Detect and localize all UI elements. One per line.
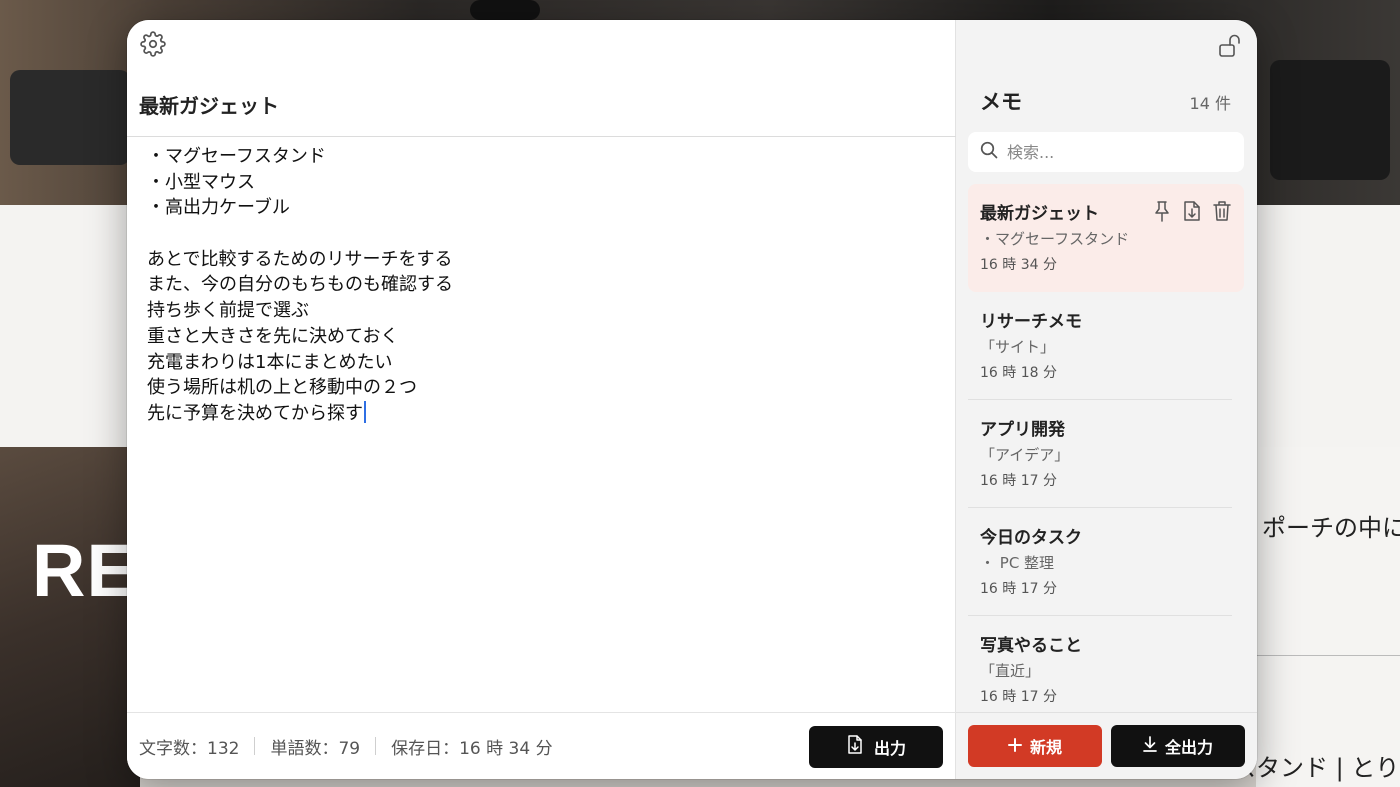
note-body-line: 使う場所は机の上と移動中の２つ — [147, 377, 417, 399]
download-icon — [1143, 736, 1157, 756]
search-input[interactable] — [1007, 142, 1227, 162]
export-label: 出力 — [873, 739, 906, 758]
word-count: 単語数：79 — [270, 738, 361, 759]
background-photo-bottom — [0, 447, 140, 787]
export-all-button[interactable]: 全出力 — [1111, 725, 1245, 767]
background-article-area — [1256, 447, 1400, 787]
note-item-preview: 「直近」 — [980, 662, 1041, 680]
note-item-time: 16 時 17 分 — [980, 689, 1057, 705]
note-body-line: 先に予算を決めてから探す — [147, 400, 927, 427]
export-all-label: 全出力 — [1164, 738, 1213, 757]
search-box[interactable] — [968, 132, 1244, 172]
stat-divider — [375, 737, 377, 755]
memo-app-window: 最新ガジェット ・マグセーフスタンド ・小型マウス ・高出力ケーブル あとで比較するた… — [127, 20, 1257, 779]
sidebar-footer: 新規 全出力 — [956, 712, 1257, 779]
note-item-title: リサーチメモ — [980, 312, 1082, 332]
note-body-line: 持ち歩く前提で選ぶ — [147, 300, 309, 322]
unlock-icon[interactable] — [1215, 31, 1245, 61]
note-body-line: ・高出力ケーブル — [147, 197, 290, 219]
note-item-preview: 「サイト」 — [980, 338, 1056, 356]
char-count: 文字数：132 — [139, 738, 240, 759]
new-note-button[interactable]: 新規 — [968, 725, 1102, 767]
note-item-actions — [1152, 200, 1232, 222]
note-item-time: 16 時 18 分 — [980, 365, 1057, 381]
background-divider — [1256, 655, 1400, 656]
note-list-item[interactable]: 最新ガジェット ・マグセーフスタンド 16 時 34 分 — [968, 184, 1244, 292]
note-body-line: また、今の自分のもちものも確認する — [147, 274, 453, 296]
saved-time: 保存日：16 時 34 分 — [391, 738, 553, 759]
note-body-line: 充電まわりは1本にまとめたい — [147, 351, 393, 373]
text-caret — [364, 400, 366, 423]
editor-status-bar: 文字数：132 単語数：79 保存日：16 時 34 分 出力 — [127, 712, 956, 779]
trash-icon[interactable] — [1212, 200, 1232, 222]
notes-sidebar: メモ 14 件 最新ガジェット・マグセーフスタンド16 時 34 分リサーチメモ… — [956, 20, 1257, 779]
background-article-text: ポーチの中に — [1262, 514, 1400, 542]
note-body-editor[interactable]: ・マグセーフスタンド ・小型マウス・高出力ケーブルあとで比較するためのリサーチをす… — [147, 144, 927, 704]
note-item-title: 今日のタスク — [980, 528, 1082, 548]
stat-divider — [254, 737, 256, 755]
note-body-line — [147, 221, 927, 247]
note-list: 最新ガジェット ・マグセーフスタンド 16 時 34 分リサーチメモ 「サイト」 16 … — [968, 184, 1244, 712]
note-title[interactable]: 最新ガジェット — [139, 90, 279, 119]
sidebar-heading: メモ — [980, 90, 1022, 114]
note-list-item[interactable]: 今日のタスク・ PC 整理 16 時 17 分 — [968, 508, 1232, 616]
background-article-text-bottom: スタンド | とり — [1232, 754, 1400, 782]
note-count: 14 件 — [1189, 94, 1231, 113]
export-button[interactable]: 出力 — [809, 726, 943, 768]
plus-icon — [1007, 737, 1022, 756]
new-note-label: 新規 — [1029, 738, 1062, 757]
note-body-line: 重さと大きさを先に決めておく — [147, 325, 399, 347]
title-divider — [127, 136, 956, 137]
note-item-time: 16 時 17 分 — [980, 473, 1057, 489]
note-body-line: あとで比較するためのリサーチをする — [147, 248, 453, 270]
note-body-line: ・マグセーフスタンド — [147, 146, 326, 167]
gear-icon[interactable] — [140, 31, 166, 57]
note-list-item[interactable]: リサーチメモ 「サイト」 16 時 18 分 — [968, 292, 1232, 400]
note-item-preview: ・ PC 整理 — [980, 554, 1055, 572]
note-list-item[interactable]: 写真やること 「直近」 16 時 17 分 — [968, 616, 1232, 712]
note-item-time: 16 時 17 分 — [980, 581, 1057, 597]
note-item-title: アプリ開発 — [980, 420, 1065, 440]
editor-pane: 最新ガジェット ・マグセーフスタンド ・小型マウス・高出力ケーブルあとで比較するた… — [127, 20, 956, 779]
pin-icon[interactable] — [1152, 200, 1172, 222]
note-item-preview: 「アイデア」 — [980, 446, 1070, 464]
file-download-icon[interactable] — [1182, 200, 1202, 222]
search-icon — [980, 141, 998, 163]
note-item-time: 16 時 34 分 — [980, 257, 1057, 273]
note-item-preview: ・マグセーフスタンド — [980, 230, 1130, 248]
file-download-icon — [846, 735, 864, 759]
note-body-line: ・小型マウス — [147, 171, 255, 193]
note-list-item[interactable]: アプリ開発「アイデア」 16 時 17 分 — [968, 400, 1232, 508]
background-hero-text: RE — [32, 529, 137, 612]
note-item-title: 写真やること — [980, 636, 1082, 656]
